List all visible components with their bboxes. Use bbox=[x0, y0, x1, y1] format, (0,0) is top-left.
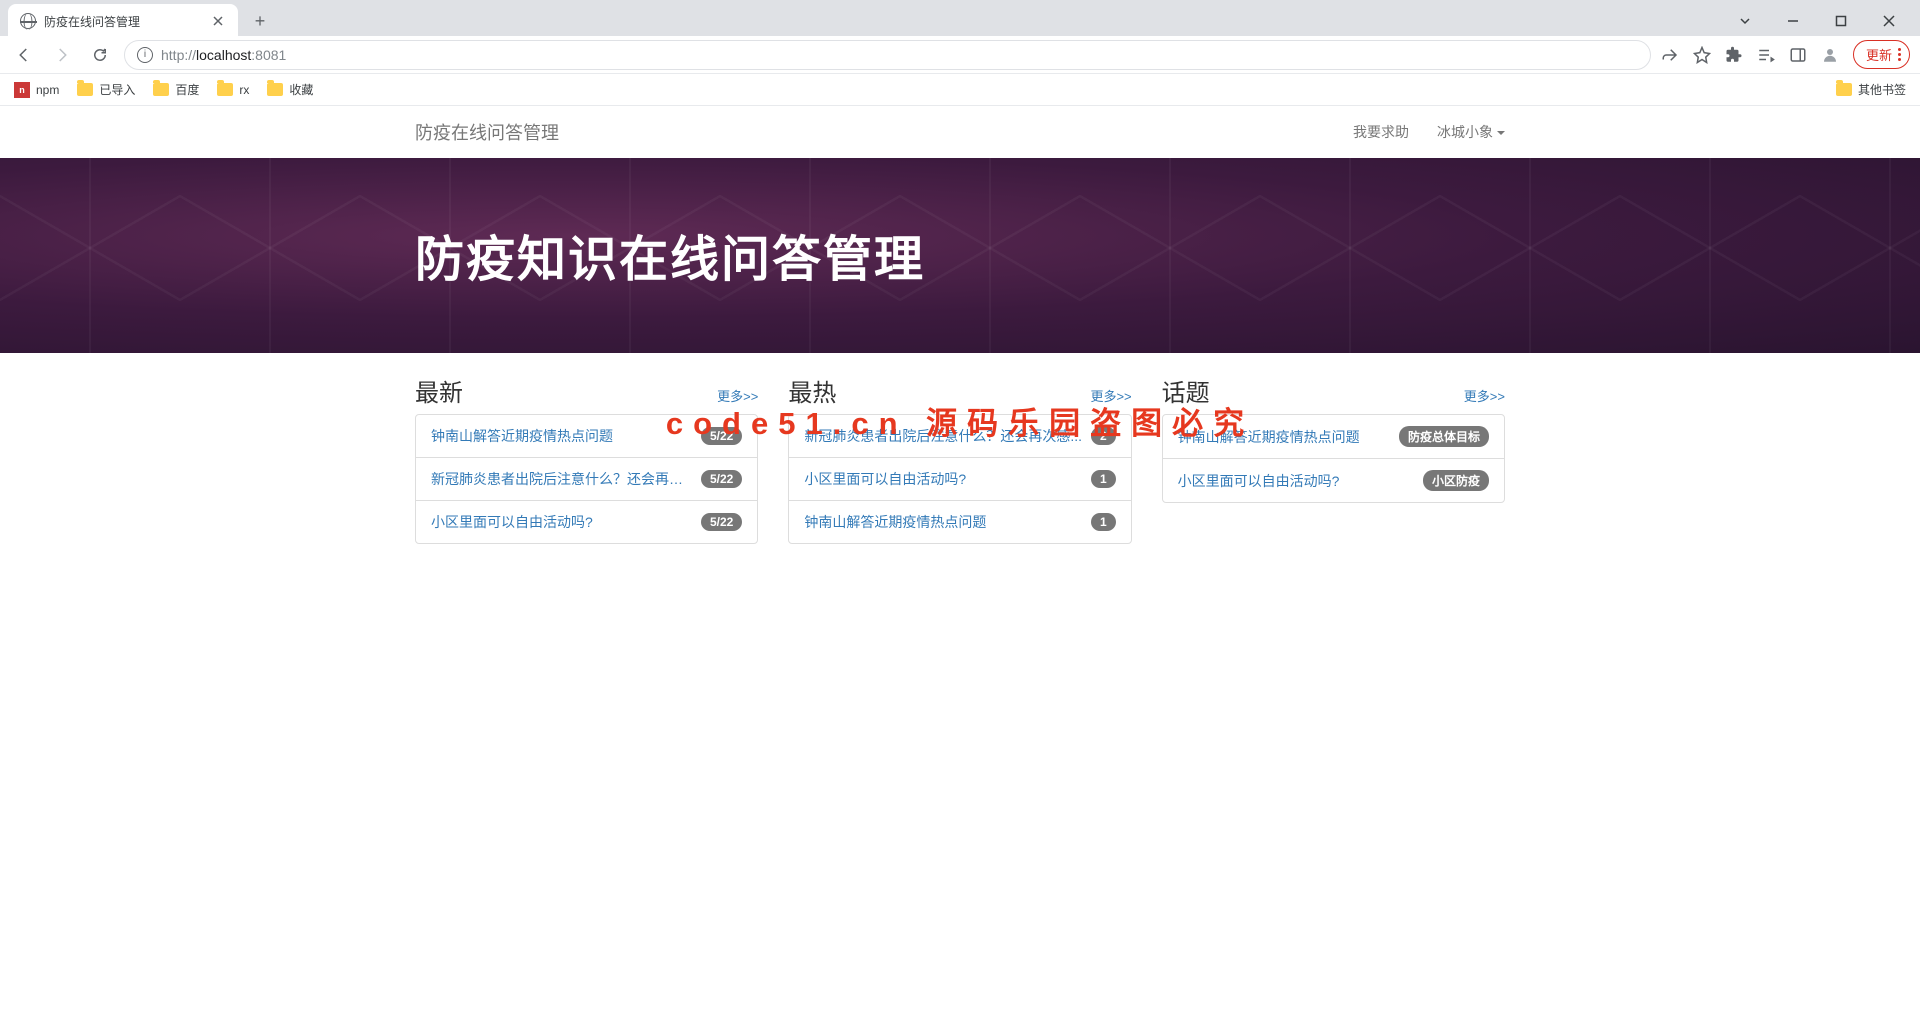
toolbar-actions: 更新 bbox=[1661, 40, 1910, 69]
playlist-icon[interactable] bbox=[1757, 46, 1775, 64]
browser-toolbar: i http://localhost:8081 更新 bbox=[0, 36, 1920, 74]
badge: 1 bbox=[1091, 470, 1116, 488]
browser-tab[interactable]: 防疫在线问答管理 bbox=[8, 4, 238, 38]
tab-title: 防疫在线问答管理 bbox=[44, 13, 202, 30]
bookmark-baidu[interactable]: 百度 bbox=[153, 81, 199, 98]
more-link[interactable]: 更多>> bbox=[1090, 386, 1131, 405]
folder-icon bbox=[77, 83, 93, 96]
minimize-button[interactable] bbox=[1770, 6, 1816, 36]
bookmark-imported[interactable]: 已导入 bbox=[77, 81, 135, 98]
caret-down-icon bbox=[1497, 131, 1505, 135]
bookmark-rx[interactable]: rx bbox=[217, 83, 249, 97]
close-icon[interactable] bbox=[210, 13, 226, 29]
content-columns: 最新 更多>> 钟南山解答近期疫情热点问题5/22 新冠肺炎患者出院后注意什么？… bbox=[415, 373, 1505, 544]
folder-icon bbox=[1836, 83, 1852, 96]
close-window-button[interactable] bbox=[1866, 6, 1912, 36]
list-item[interactable]: 新冠肺炎患者出院后注意什么？还会再次感...5/22 bbox=[416, 458, 757, 501]
update-button[interactable]: 更新 bbox=[1853, 40, 1910, 69]
badge: 防疫总体目标 bbox=[1399, 426, 1489, 447]
extensions-icon[interactable] bbox=[1725, 46, 1743, 64]
column-title: 话题 bbox=[1162, 373, 1210, 408]
forward-button[interactable] bbox=[48, 41, 76, 69]
more-link[interactable]: 更多>> bbox=[1464, 386, 1505, 405]
app-navbar: 防疫在线问答管理 我要求助 冰城小象 bbox=[0, 106, 1920, 158]
list-item[interactable]: 钟南山解答近期疫情热点问题防疫总体目标 bbox=[1163, 415, 1504, 459]
back-button[interactable] bbox=[10, 41, 38, 69]
site-info-icon[interactable]: i bbox=[137, 47, 153, 63]
bookmark-npm[interactable]: nnpm bbox=[14, 82, 59, 98]
window-controls bbox=[1722, 6, 1912, 36]
url-text: http://localhost:8081 bbox=[161, 47, 286, 63]
list-item[interactable]: 小区里面可以自由活动吗?5/22 bbox=[416, 501, 757, 543]
badge: 2 bbox=[1091, 427, 1116, 445]
reload-button[interactable] bbox=[86, 41, 114, 69]
list-item[interactable]: 钟南山解答近期疫情热点问题1 bbox=[789, 501, 1130, 543]
list-latest: 钟南山解答近期疫情热点问题5/22 新冠肺炎患者出院后注意什么？还会再次感...… bbox=[415, 414, 758, 544]
badge: 小区防疫 bbox=[1423, 470, 1489, 491]
chevron-down-icon[interactable] bbox=[1722, 6, 1768, 36]
profile-icon[interactable] bbox=[1821, 46, 1839, 64]
column-hot: 最热 更多>> 新冠肺炎患者出院后注意什么？还会再次感...2 小区里面可以自由… bbox=[788, 373, 1131, 544]
npm-icon: n bbox=[14, 82, 30, 98]
column-title: 最热 bbox=[788, 373, 836, 408]
column-title: 最新 bbox=[415, 373, 463, 408]
bookmark-bar: nnpm 已导入 百度 rx 收藏 其他书签 bbox=[0, 74, 1920, 106]
folder-icon bbox=[267, 83, 283, 96]
browser-chrome: 防疫在线问答管理 + i http://localhost:8081 bbox=[0, 0, 1920, 106]
badge: 5/22 bbox=[701, 470, 742, 488]
list-item[interactable]: 钟南山解答近期疫情热点问题5/22 bbox=[416, 415, 757, 458]
hero-banner: 防疫知识在线问答管理 bbox=[0, 158, 1920, 353]
new-tab-button[interactable]: + bbox=[246, 7, 274, 35]
nav-help-link[interactable]: 我要求助 bbox=[1353, 122, 1409, 142]
list-item[interactable]: 小区里面可以自由活动吗?1 bbox=[789, 458, 1130, 501]
other-bookmarks[interactable]: 其他书签 bbox=[1836, 81, 1906, 98]
badge: 1 bbox=[1091, 513, 1116, 531]
bookmark-fav[interactable]: 收藏 bbox=[267, 81, 313, 98]
globe-icon bbox=[20, 13, 36, 29]
nav-user-dropdown[interactable]: 冰城小象 bbox=[1437, 122, 1505, 142]
star-icon[interactable] bbox=[1693, 46, 1711, 64]
list-topics: 钟南山解答近期疫情热点问题防疫总体目标 小区里面可以自由活动吗?小区防疫 bbox=[1162, 414, 1505, 503]
list-item[interactable]: 新冠肺炎患者出院后注意什么？还会再次感...2 bbox=[789, 415, 1130, 458]
folder-icon bbox=[217, 83, 233, 96]
column-topics: 话题 更多>> 钟南山解答近期疫情热点问题防疫总体目标 小区里面可以自由活动吗?… bbox=[1162, 373, 1505, 544]
update-label: 更新 bbox=[1866, 45, 1892, 64]
badge: 5/22 bbox=[701, 427, 742, 445]
sidepanel-icon[interactable] bbox=[1789, 46, 1807, 64]
address-bar[interactable]: i http://localhost:8081 bbox=[124, 40, 1651, 70]
badge: 5/22 bbox=[701, 513, 742, 531]
hero-title: 防疫知识在线问答管理 bbox=[415, 220, 925, 291]
more-link[interactable]: 更多>> bbox=[717, 386, 758, 405]
maximize-button[interactable] bbox=[1818, 6, 1864, 36]
menu-dots-icon bbox=[1898, 48, 1901, 61]
list-item[interactable]: 小区里面可以自由活动吗?小区防疫 bbox=[1163, 459, 1504, 502]
list-hot: 新冠肺炎患者出院后注意什么？还会再次感...2 小区里面可以自由活动吗?1 钟南… bbox=[788, 414, 1131, 544]
column-latest: 最新 更多>> 钟南山解答近期疫情热点问题5/22 新冠肺炎患者出院后注意什么？… bbox=[415, 373, 758, 544]
share-icon[interactable] bbox=[1661, 46, 1679, 64]
tab-strip: 防疫在线问答管理 + bbox=[0, 0, 1920, 36]
app-brand[interactable]: 防疫在线问答管理 bbox=[415, 119, 559, 145]
folder-icon bbox=[153, 83, 169, 96]
